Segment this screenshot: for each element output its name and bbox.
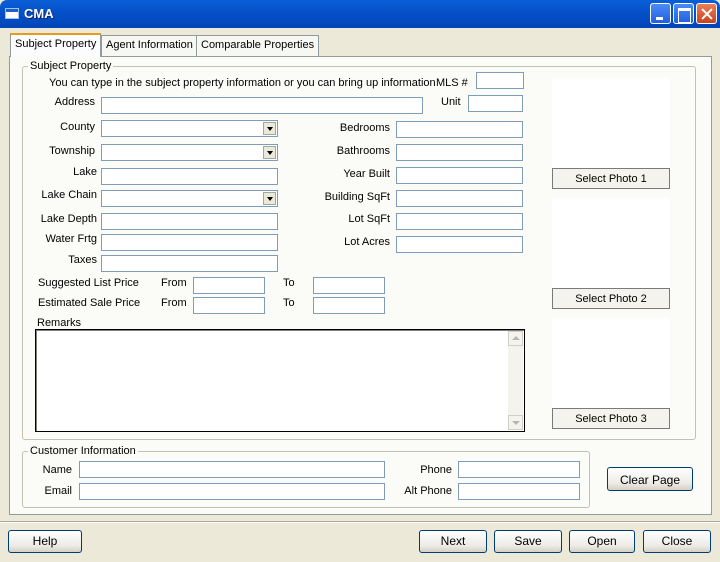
bedrooms-label: Bedrooms bbox=[339, 122, 390, 134]
county-dropdown[interactable] bbox=[101, 120, 278, 137]
close-button[interactable]: Close bbox=[643, 530, 711, 553]
email-field[interactable] bbox=[79, 483, 385, 500]
unit-label: Unit bbox=[441, 96, 461, 108]
lake-chain-dropdown[interactable] bbox=[101, 190, 278, 207]
suggested-to-label: To bbox=[283, 277, 295, 289]
lake-depth-label: Lake Depth bbox=[40, 213, 97, 225]
title-bar: CMA bbox=[0, 0, 720, 28]
lake-chain-label: Lake Chain bbox=[41, 189, 97, 201]
chevron-down-icon[interactable] bbox=[263, 146, 276, 159]
bedrooms-field[interactable] bbox=[396, 121, 523, 138]
estimated-to-label: To bbox=[283, 297, 295, 309]
suggested-from-label: From bbox=[161, 277, 187, 289]
window-title: CMA bbox=[24, 6, 54, 21]
lot-sqft-label: Lot SqFt bbox=[348, 213, 390, 225]
save-button[interactable]: Save bbox=[494, 530, 562, 553]
county-label: County bbox=[60, 121, 95, 133]
year-built-field[interactable] bbox=[396, 167, 523, 184]
water-frtg-field[interactable] bbox=[101, 234, 278, 251]
next-button[interactable]: Next bbox=[419, 530, 487, 553]
alt-phone-label: Alt Phone bbox=[404, 485, 452, 497]
tab-subject-property[interactable]: Subject Property bbox=[10, 33, 102, 57]
scroll-down-icon[interactable] bbox=[508, 415, 523, 430]
photo-3-preview bbox=[552, 318, 670, 408]
help-button[interactable]: Help bbox=[8, 530, 82, 553]
phone-field[interactable] bbox=[458, 461, 580, 478]
tab-comparable-properties[interactable]: Comparable Properties bbox=[196, 35, 320, 56]
address-label: Address bbox=[54, 96, 95, 108]
phone-label: Phone bbox=[420, 464, 452, 476]
suggested-price-from-field[interactable] bbox=[193, 277, 265, 294]
building-sqft-label: Building SqFt bbox=[324, 191, 390, 203]
lot-acres-field[interactable] bbox=[396, 236, 523, 253]
chevron-down-icon[interactable] bbox=[263, 122, 276, 135]
open-button[interactable]: Open bbox=[569, 530, 635, 553]
name-field[interactable] bbox=[79, 461, 385, 478]
unit-field[interactable] bbox=[468, 95, 523, 112]
lot-acres-label: Lot Acres bbox=[344, 236, 390, 248]
estimated-price-from-field[interactable] bbox=[193, 297, 265, 314]
clear-page-button[interactable]: Clear Page bbox=[607, 467, 693, 491]
tab-agent-information[interactable]: Agent Information bbox=[101, 35, 198, 56]
select-photo-2-button[interactable]: Select Photo 2 bbox=[552, 288, 670, 309]
suggested-list-price-label: Suggested List Price bbox=[38, 277, 139, 289]
estimated-sale-price-label: Estimated Sale Price bbox=[38, 297, 141, 309]
address-field[interactable] bbox=[101, 97, 423, 114]
remarks-label: Remarks bbox=[37, 317, 82, 329]
mls-field[interactable] bbox=[476, 72, 524, 89]
photo-1-preview bbox=[552, 78, 670, 168]
township-label: Township bbox=[49, 145, 95, 157]
year-built-label: Year Built bbox=[343, 168, 390, 180]
email-label: Email bbox=[44, 485, 72, 497]
bathrooms-field[interactable] bbox=[396, 144, 523, 161]
close-window-icon[interactable] bbox=[696, 3, 717, 24]
estimated-price-to-field[interactable] bbox=[313, 297, 385, 314]
taxes-field[interactable] bbox=[101, 255, 278, 272]
subject-property-legend: Subject Property bbox=[28, 60, 114, 72]
township-dropdown[interactable] bbox=[101, 144, 278, 161]
instructions-text: You can type in the subject property inf… bbox=[49, 77, 436, 89]
taxes-label: Taxes bbox=[68, 254, 97, 266]
footer-separator bbox=[0, 521, 720, 523]
minimize-icon[interactable] bbox=[650, 3, 671, 24]
water-frtg-label: Water Frtg bbox=[45, 233, 97, 245]
select-photo-3-button[interactable]: Select Photo 3 bbox=[552, 408, 670, 429]
lake-label: Lake bbox=[73, 166, 97, 178]
suggested-price-to-field[interactable] bbox=[313, 277, 385, 294]
scroll-up-icon[interactable] bbox=[508, 331, 523, 346]
mls-label: MLS # bbox=[436, 77, 468, 89]
customer-information-legend: Customer Information bbox=[28, 445, 138, 457]
lot-sqft-field[interactable] bbox=[396, 213, 523, 230]
name-label: Name bbox=[42, 464, 72, 476]
chevron-down-icon[interactable] bbox=[263, 192, 276, 205]
alt-phone-field[interactable] bbox=[458, 483, 580, 500]
app-window-icon bbox=[5, 8, 19, 19]
bathrooms-label: Bathrooms bbox=[336, 145, 390, 157]
estimated-from-label: From bbox=[161, 297, 187, 309]
remarks-scrollbar[interactable] bbox=[508, 331, 523, 430]
building-sqft-field[interactable] bbox=[396, 190, 523, 207]
photo-2-preview bbox=[552, 198, 670, 288]
remarks-textarea[interactable] bbox=[35, 329, 525, 432]
lake-depth-field[interactable] bbox=[101, 213, 278, 230]
lake-field[interactable] bbox=[101, 168, 278, 185]
maximize-icon[interactable] bbox=[673, 3, 694, 24]
select-photo-1-button[interactable]: Select Photo 1 bbox=[552, 168, 670, 189]
